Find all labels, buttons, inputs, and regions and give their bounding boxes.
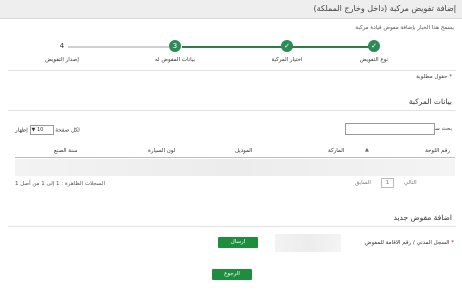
column-header-plate[interactable]: رقم اللوحة xyxy=(425,148,450,154)
step-2-check-icon: ✓ xyxy=(281,40,293,52)
back-button[interactable]: الرجوع xyxy=(212,269,252,280)
next-page-link[interactable]: التالي xyxy=(404,180,417,186)
current-page[interactable]: 1 xyxy=(380,178,395,188)
info-note: يسمح هذا الخيار بإضافة مفوض قيادة مركبة xyxy=(355,25,454,31)
column-header-model[interactable]: الموديل xyxy=(235,148,252,154)
required-asterisk: * xyxy=(451,240,454,246)
step-connector xyxy=(290,46,373,48)
search-input[interactable] xyxy=(345,123,435,135)
sort-icon[interactable]: ▲ xyxy=(365,147,369,153)
divider xyxy=(8,226,456,227)
column-header-color[interactable]: لون السيارة xyxy=(148,148,175,154)
required-note: * حقول مطلوبة xyxy=(416,74,452,80)
vehicle-section-title: بيانات المركبة xyxy=(408,97,452,106)
previous-page-link[interactable]: السابق xyxy=(355,180,371,186)
show-label: إظهار xyxy=(15,127,28,134)
column-header-year[interactable]: سنة الصنع xyxy=(54,148,78,154)
step-2-label: اختيار المركبة xyxy=(271,57,303,63)
step-3-label: بيانات المفوض له xyxy=(154,57,196,63)
per-page-label: لكل صفحة xyxy=(55,127,80,134)
id-label-text: السجل المدني / رقم الاقامة للمفوض xyxy=(364,240,450,246)
step-1-label: نوع التفويض xyxy=(359,57,389,63)
table-header-border xyxy=(15,157,455,158)
page-size-control: لكل صفحة ▼ 10 إظهار xyxy=(15,125,80,135)
step-4-indicator: 4 xyxy=(59,42,65,50)
column-header-make[interactable]: الماركة xyxy=(328,148,344,154)
divider xyxy=(8,70,456,71)
chevron-down-icon: ▼ xyxy=(31,127,36,133)
step-connector xyxy=(68,46,169,48)
send-button[interactable]: ارسال xyxy=(218,237,258,248)
step-1-check-icon: ✓ xyxy=(368,40,380,52)
pagination: التالي 1 السابق xyxy=(355,178,445,188)
id-field-label: * السجل المدني / رقم الاقامة للمفوض xyxy=(365,240,454,246)
page-size-select[interactable]: ▼ 10 xyxy=(29,125,54,135)
window-titlebar: إضافة تفويض مركبة (داخل وخارج المملكة) xyxy=(0,0,462,19)
new-delegate-title: اضافة مفوض جديد xyxy=(393,213,452,222)
page-size-value: 10 xyxy=(36,127,44,133)
table-row[interactable] xyxy=(15,159,455,176)
step-4-label: إصدار التفويض xyxy=(45,57,79,63)
divider xyxy=(8,110,456,111)
step-3-indicator: 3 xyxy=(169,40,181,52)
records-info: السجلات الظاهرة : 1 إلى 1 من أصل 1 xyxy=(15,181,105,187)
id-input[interactable] xyxy=(275,234,341,252)
step-connector xyxy=(182,46,282,48)
page-title: إضافة تفويض مركبة (داخل وخارج المملكة) xyxy=(313,4,457,13)
